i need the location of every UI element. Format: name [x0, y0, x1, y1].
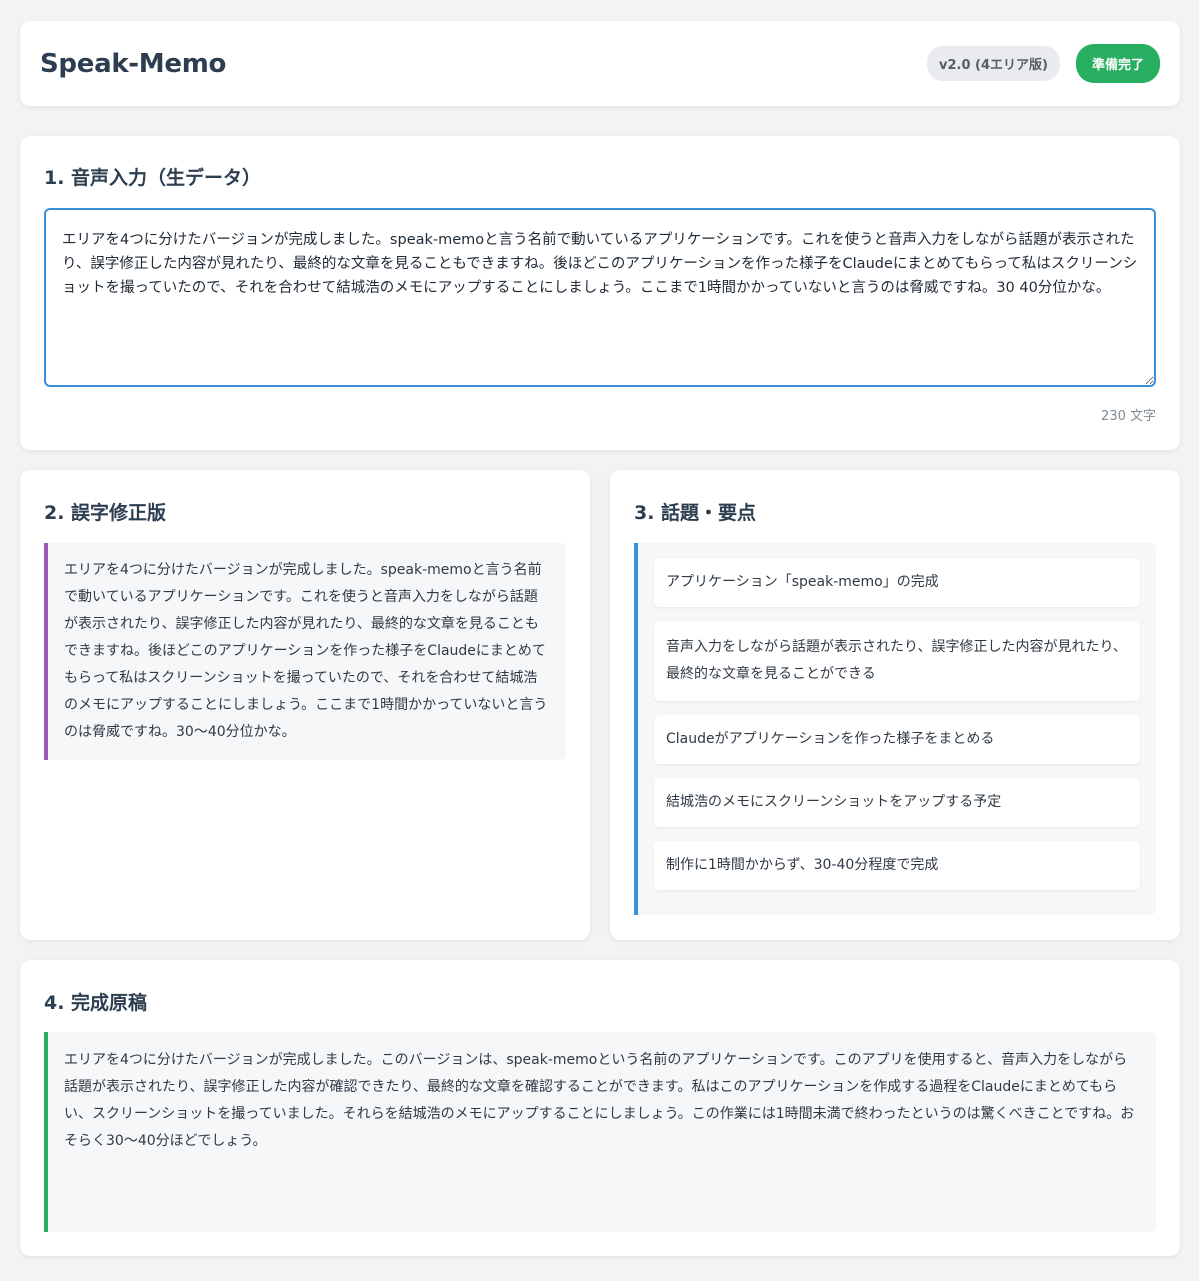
topic-item: 音声入力をしながら話題が表示されたり、誤字修正した内容が見れたり、最終的な文章を… — [654, 621, 1140, 701]
topic-item: アプリケーション「speak-memo」の完成 — [654, 558, 1140, 607]
topic-item: 結城浩のメモにスクリーンショットをアップする予定 — [654, 778, 1140, 827]
status-badge: 準備完了 — [1075, 44, 1160, 83]
topics-section: 3. 話題・要点 アプリケーション「speak-memo」の完成 音声入力をしな… — [610, 470, 1180, 940]
topics-list: アプリケーション「speak-memo」の完成 音声入力をしながら話題が表示され… — [634, 543, 1156, 915]
app-header: Speak-Memo v2.0 (4エリア版) 準備完了 — [20, 21, 1180, 106]
topic-item: 制作に1時間かからず、30-40分程度で完成 — [654, 841, 1140, 890]
voice-input-title: 1. 音声入力（生データ） — [44, 167, 262, 189]
final-text: エリアを4つに分けたバージョンが完成しました。このバージョンは、speak-me… — [44, 1032, 1156, 1232]
topic-item: Claudeがアプリケーションを作った様子をまとめる — [654, 715, 1140, 764]
version-badge: v2.0 (4エリア版) — [927, 46, 1060, 81]
char-count: 230 文字 — [1101, 409, 1156, 424]
final-title: 4. 完成原稿 — [44, 992, 148, 1014]
final-section: 4. 完成原稿 エリアを4つに分けたバージョンが完成しました。このバージョンは、… — [20, 960, 1180, 1256]
voice-input-section: 1. 音声入力（生データ） エリアを4つに分けたバージョンが完成しました。spe… — [20, 136, 1180, 450]
header-badges: v2.0 (4エリア版) 準備完了 — [927, 44, 1160, 83]
corrected-text: エリアを4つに分けたバージョンが完成しました。speak-memoと言う名前で動… — [44, 543, 566, 760]
raw-input-textarea[interactable]: エリアを4つに分けたバージョンが完成しました。speak-memoと言う名前で動… — [44, 208, 1156, 387]
topics-title: 3. 話題・要点 — [634, 502, 757, 524]
app-title: Speak-Memo — [40, 48, 227, 79]
corrected-title: 2. 誤字修正版 — [44, 502, 167, 524]
corrected-section: 2. 誤字修正版 エリアを4つに分けたバージョンが完成しました。speak-me… — [20, 470, 590, 940]
